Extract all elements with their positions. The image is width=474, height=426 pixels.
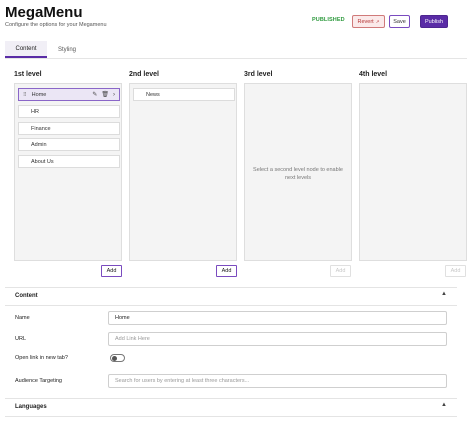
url-label: URL	[15, 336, 27, 342]
audience-search-input[interactable]: Search for users by entering at least th…	[108, 374, 447, 388]
level-4-add-button: Add	[445, 265, 466, 277]
node-label: HR	[31, 108, 39, 115]
level-2-panel: News	[129, 83, 237, 261]
level-1-node-finance[interactable]: Finance	[18, 122, 120, 135]
level-2-node-news[interactable]: News	[133, 88, 235, 101]
node-label: News	[146, 91, 160, 98]
revert-button-label: Revert	[357, 18, 374, 25]
level-3-heading: 3rd level	[244, 71, 273, 78]
content-section-title: Content	[15, 293, 38, 299]
revert-button[interactable]: Revert ↗	[352, 15, 385, 28]
level-2-heading: 2nd level	[129, 71, 159, 78]
node-label: Home	[31, 91, 47, 98]
tab-content[interactable]: Content	[5, 41, 47, 58]
section-divider	[5, 305, 457, 306]
chevron-right-icon[interactable]: ›	[113, 92, 115, 98]
level-4-panel	[359, 83, 467, 261]
toggle-knob	[112, 356, 117, 361]
page-subtitle: Configure the options for your Megamenu	[5, 22, 107, 28]
new-tab-label: Open link in new tab?	[15, 355, 68, 361]
node-label: Admin	[31, 141, 47, 148]
level-2-add-button[interactable]: Add	[216, 265, 237, 277]
tab-styling[interactable]: Styling	[47, 41, 87, 58]
languages-section-header[interactable]: Languages ▲	[5, 398, 457, 416]
url-field[interactable]: Add Link Here	[108, 332, 447, 346]
chevron-up-icon[interactable]: ▲	[441, 402, 447, 408]
node-label: About Us	[31, 158, 54, 165]
page-title: MegaMenu	[5, 4, 83, 21]
level-1-node-home[interactable]: ⠿ Home ✎ 🗑 ›	[18, 88, 120, 101]
publish-button[interactable]: Publish	[420, 15, 448, 28]
level-4-heading: 4th level	[359, 71, 388, 78]
level-3-empty-message: Select a second level node to enable nex…	[253, 167, 343, 181]
node-label: Finance	[31, 125, 51, 132]
chevron-up-icon[interactable]: ▲	[441, 291, 447, 297]
name-label: Name	[15, 315, 30, 321]
level-3-add-button: Add	[330, 265, 351, 277]
new-tab-toggle[interactable]	[110, 354, 125, 362]
name-field[interactable]: Home	[108, 311, 447, 325]
status-badge: PUBLISHED	[312, 17, 345, 23]
level-1-node-admin[interactable]: Admin	[18, 138, 120, 151]
section-divider	[5, 416, 457, 417]
content-section-header[interactable]: Content ▲	[5, 287, 457, 305]
level-1-panel: ⠿ Home ✎ 🗑 › HR Finance Admin About Us	[14, 83, 122, 261]
level-1-add-button[interactable]: Add	[101, 265, 122, 277]
level-1-node-hr[interactable]: HR	[18, 105, 120, 118]
edit-icon[interactable]: ✎	[92, 91, 97, 98]
save-button[interactable]: Save	[389, 15, 410, 28]
level-3-panel: Select a second level node to enable nex…	[244, 83, 352, 261]
tab-divider	[5, 58, 467, 59]
languages-section-title: Languages	[15, 404, 47, 410]
drag-handle-icon[interactable]: ⠿	[23, 92, 27, 98]
delete-icon[interactable]: 🗑	[101, 91, 109, 98]
level-1-heading: 1st level	[14, 71, 42, 78]
audience-label: Audience Targeting	[15, 378, 62, 384]
level-1-node-about-us[interactable]: About Us	[18, 155, 120, 168]
external-link-icon: ↗	[375, 18, 380, 24]
